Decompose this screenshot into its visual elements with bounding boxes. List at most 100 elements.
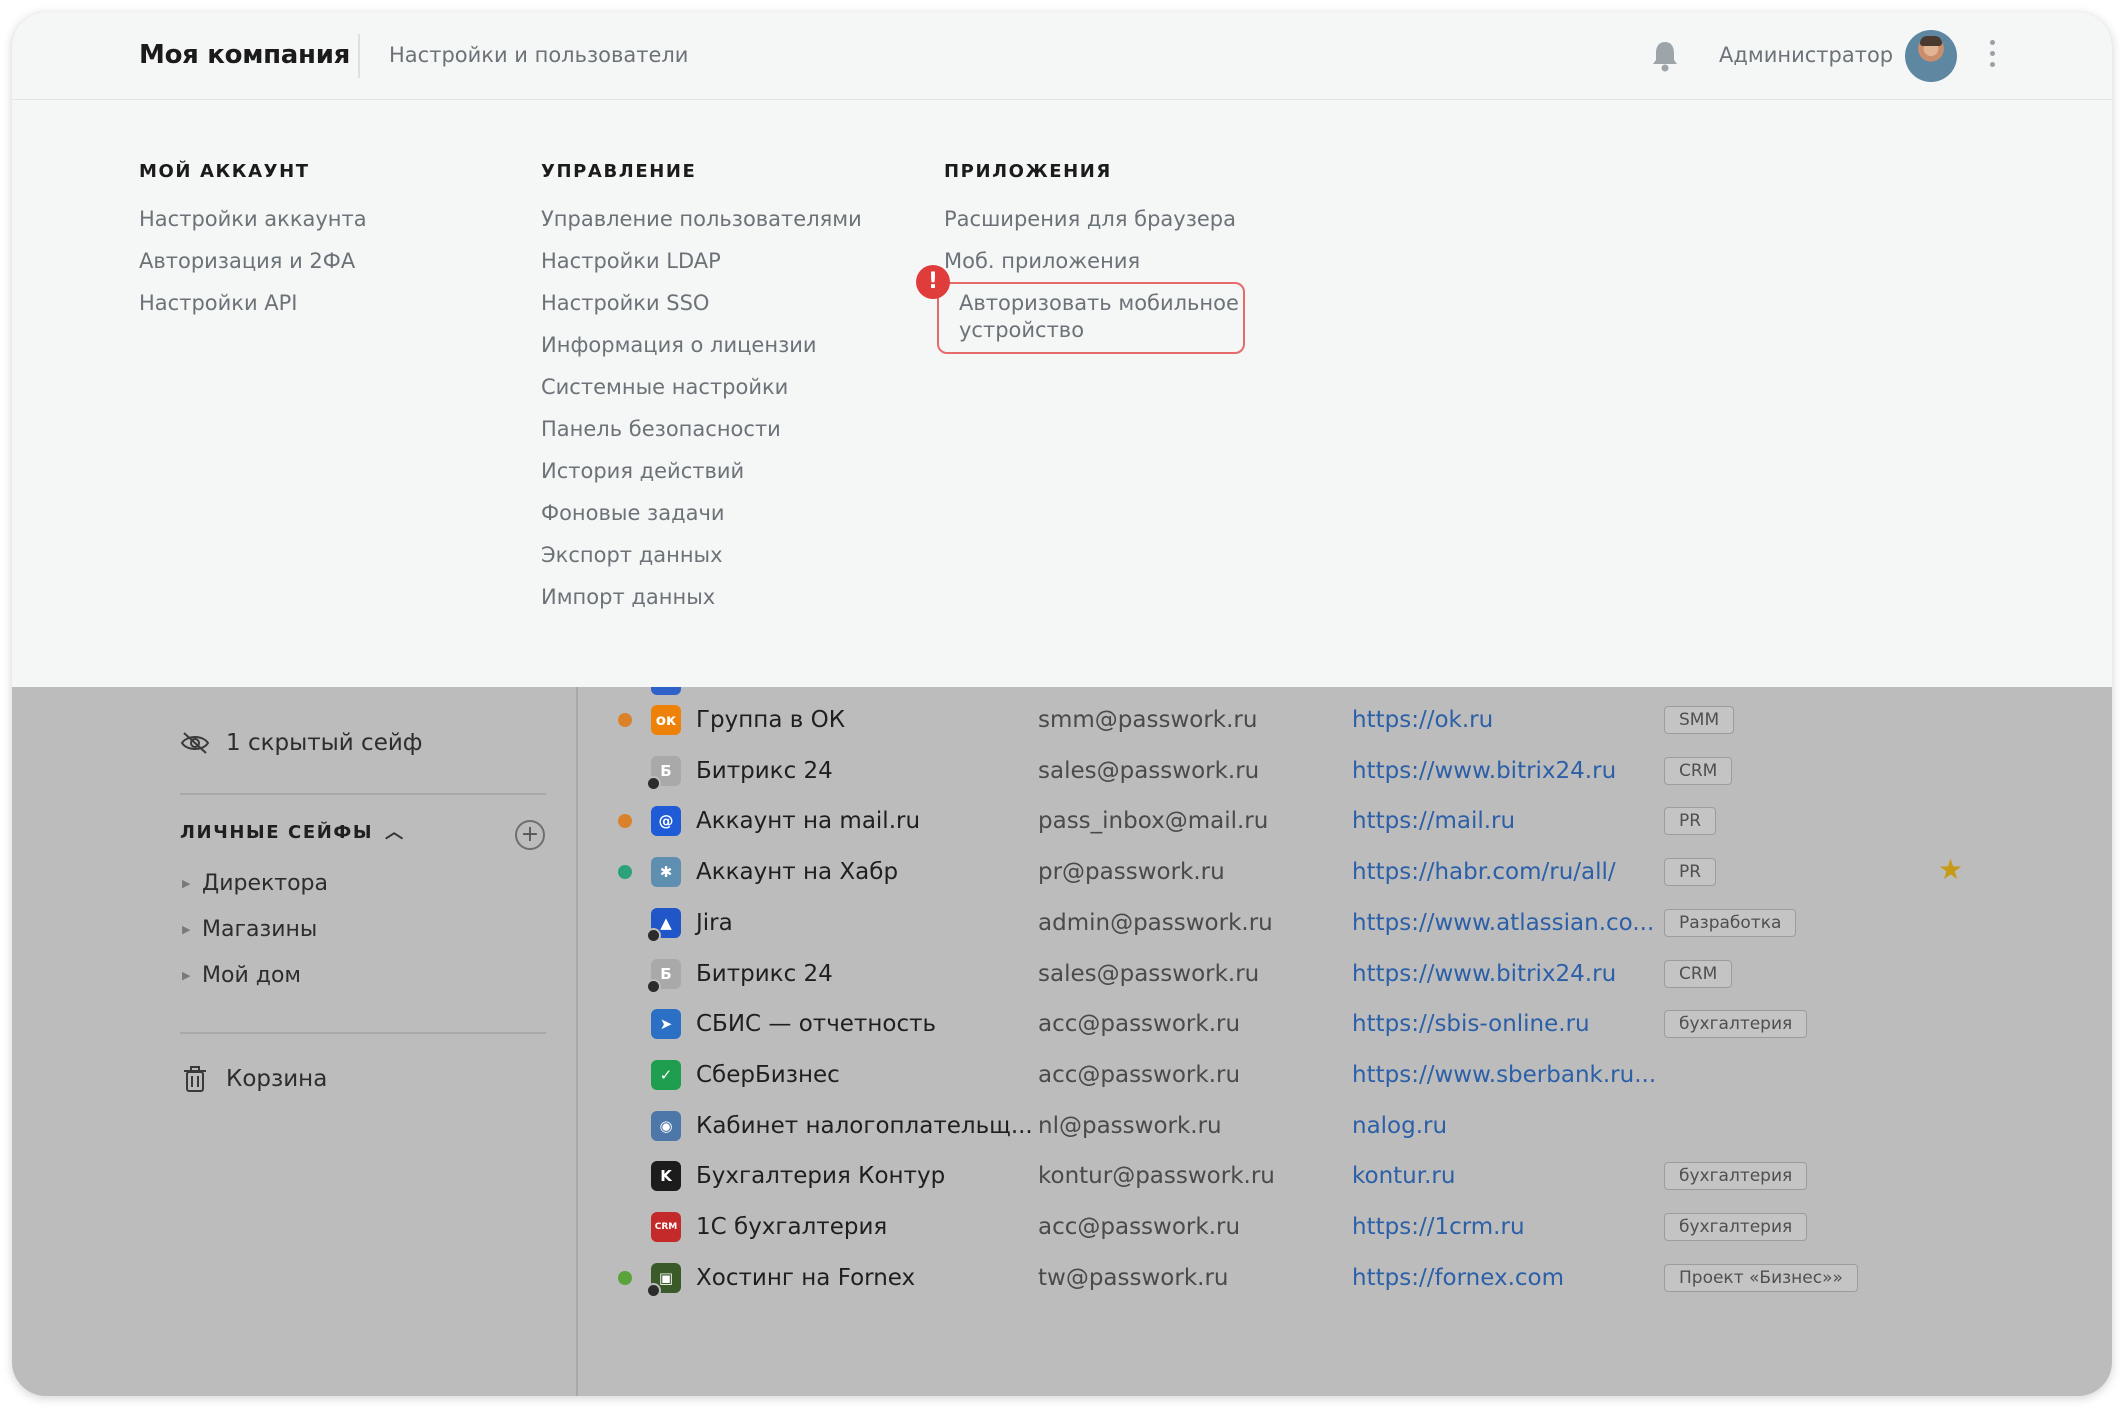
password-url[interactable]: https://ok.ru [1352,695,1493,745]
password-url[interactable]: nalog.ru [1352,1101,1447,1151]
tag-badge[interactable]: бухгалтерия [1664,1162,1808,1190]
hidden-safes-label: 1 скрытый сейф [226,730,423,756]
menu-item-data-import[interactable]: Импорт данных [541,583,862,611]
personal-safes-title: ЛИЧНЫЕ СЕЙФЫ [180,822,374,843]
password-login: pr@passwork.ru [1038,859,1225,885]
folder-label: Директора [202,871,328,896]
menu-item-browser-extensions[interactable]: Расширения для браузера [944,205,1236,233]
tag-badge[interactable]: PR [1664,858,1717,886]
hidden-safes-link[interactable]: 1 скрытый сейф [180,723,422,763]
menu-item-activity-log[interactable]: История действий [541,457,862,485]
menu-item-account-settings[interactable]: Настройки аккаунта [139,205,367,233]
password-url[interactable]: https://mail.ru [1352,796,1515,846]
password-login: kontur@passwork.ru [1038,1163,1275,1189]
color-label-dot [618,713,632,727]
password-name: СБИС — отчетность [696,1011,937,1037]
password-login: acc@passwork.ru [1038,1011,1241,1037]
vault-view: 1 скрытый сейф ЛИЧНЫЕ СЕЙФЫ ︿ + ▶ Директор… [110,671,2030,1396]
tag-badge[interactable]: PR [1664,807,1717,835]
sidebar-divider-line [180,1032,546,1034]
password-name: Аккаунт на Хабр [696,859,899,885]
header-divider [358,34,360,78]
app-window: 1 скрытый сейф ЛИЧНЫЕ СЕЙФЫ ︿ + ▶ Директор… [12,12,2112,1396]
password-url[interactable]: https://habr.com/ru/all/ [1352,847,1616,897]
menu-column-apps: ПРИЛОЖЕНИЯ Расширения для браузера Моб. … [944,160,1236,289]
sber-icon: ✓ [651,1060,681,1090]
folder-item-shops[interactable]: ▶ Магазины [182,914,317,946]
password-name: Кабинет налогоплательщ... [696,1113,1033,1139]
trash-link[interactable]: Корзина [180,1061,327,1097]
menu-column-management: УПРАВЛЕНИЕ Управление пользователями Нас… [541,160,862,625]
triangle-right-icon: ▶ [182,877,191,890]
shared-link-icon [646,928,661,943]
password-name: Группа в ОК [696,707,846,733]
password-url[interactable]: kontur.ru [1352,1151,1455,1201]
menu-item-background-tasks[interactable]: Фоновые задачи [541,499,862,527]
tag-badge[interactable]: Проект «Бизнес»» [1664,1264,1858,1292]
password-name: Битрикс 24 [696,758,833,784]
password-name: Аккаунт на mail.ru [696,808,921,834]
shared-link-icon [646,776,661,791]
password-url[interactable]: https://1crm.ru [1352,1202,1525,1252]
password-login: admin@passwork.ru [1038,910,1273,936]
menu-item-system-settings[interactable]: Системные настройки [541,373,862,401]
mailru-icon: @ [651,806,681,836]
folder-item-home[interactable]: ▶ Мой дом [182,960,301,992]
menu-item-auth-2fa[interactable]: Авторизация и 2ФА [139,247,367,275]
menu-item-sso[interactable]: Настройки SSO [541,289,862,317]
kebab-menu-icon[interactable] [1987,40,1997,72]
triangle-right-icon: ▶ [182,923,191,936]
tag-badge[interactable]: бухгалтерия [1664,1010,1808,1038]
settings-dropdown: МОЙ АККАУНТ Настройки аккаунта Авторизац… [12,100,2112,687]
password-url[interactable]: https://www.sberbank.ru... [1352,1050,1656,1100]
user-name[interactable]: Администратор [1719,12,1893,99]
password-login: sales@passwork.ru [1038,758,1260,784]
menu-item-mobile-apps[interactable]: Моб. приложения [944,247,1236,275]
color-label-dot [618,1271,632,1285]
folder-label: Магазины [202,917,318,942]
password-url[interactable]: https://fornex.com [1352,1253,1564,1303]
ok-icon: ок [651,705,681,735]
tag-badge[interactable]: CRM [1664,757,1733,785]
menu-item-license[interactable]: Информация о лицензии [541,331,862,359]
nalog-icon: ◉ [651,1111,681,1141]
personal-safes-toggle[interactable]: ЛИЧНЫЕ СЕЙФЫ ︿ [180,821,405,845]
bitrix-icon: Б [646,959,681,994]
settings-menu-title[interactable]: Настройки и пользователи [389,12,688,99]
habr-icon: ✱ [651,857,681,887]
menu-column-account: МОЙ АККАУНТ Настройки аккаунта Авторизац… [139,160,367,331]
password-login: sales@passwork.ru [1038,961,1260,987]
sidebar-divider-line [180,793,546,795]
password-name: 1С бухгалтерия [696,1214,888,1240]
alert-icon: ! [916,265,950,299]
password-login: nl@passwork.ru [1038,1113,1222,1139]
password-name: Бухгалтерия Контур [696,1163,946,1189]
chevron-up-icon: ︿ [385,822,405,843]
password-url[interactable]: https://sbis-online.ru [1352,999,1590,1049]
menu-item-data-export[interactable]: Экспорт данных [541,541,862,569]
tag-badge[interactable]: SMM [1664,706,1735,734]
menu-item-user-management[interactable]: Управление пользователями [541,205,862,233]
password-url[interactable]: https://www.bitrix24.ru [1352,746,1616,796]
password-url[interactable]: https://www.bitrix24.ru [1352,949,1616,999]
password-login: tw@passwork.ru [1038,1265,1229,1291]
folder-item-directors[interactable]: ▶ Директора [182,868,328,900]
menu-item-ldap[interactable]: Настройки LDAP [541,247,862,275]
1crm-icon: CRM [651,1212,681,1242]
menu-item-security-dashboard[interactable]: Панель безопасности [541,415,862,443]
bitrix-icon: Б [646,756,681,791]
password-url[interactable]: https://www.atlassian.co... [1352,898,1654,948]
bell-icon[interactable] [1649,39,1681,73]
tag-badge[interactable]: Разработка [1664,909,1797,937]
avatar[interactable] [1905,30,1957,82]
tag-badge[interactable]: CRM [1664,960,1733,988]
menu-item-api-settings[interactable]: Настройки API [139,289,367,317]
menu-column-title: ПРИЛОЖЕНИЯ [944,161,1112,182]
company-name[interactable]: Моя компания [139,12,350,99]
add-safe-button[interactable]: + [515,820,545,850]
star-icon[interactable]: ★ [1938,853,1963,886]
tag-badge[interactable]: бухгалтерия [1664,1213,1808,1241]
menu-item-authorize-mobile-device[interactable]: Авторизовать мобильное устройство [937,282,1245,354]
password-name: Jira [696,910,733,936]
trash-icon [184,1066,206,1092]
